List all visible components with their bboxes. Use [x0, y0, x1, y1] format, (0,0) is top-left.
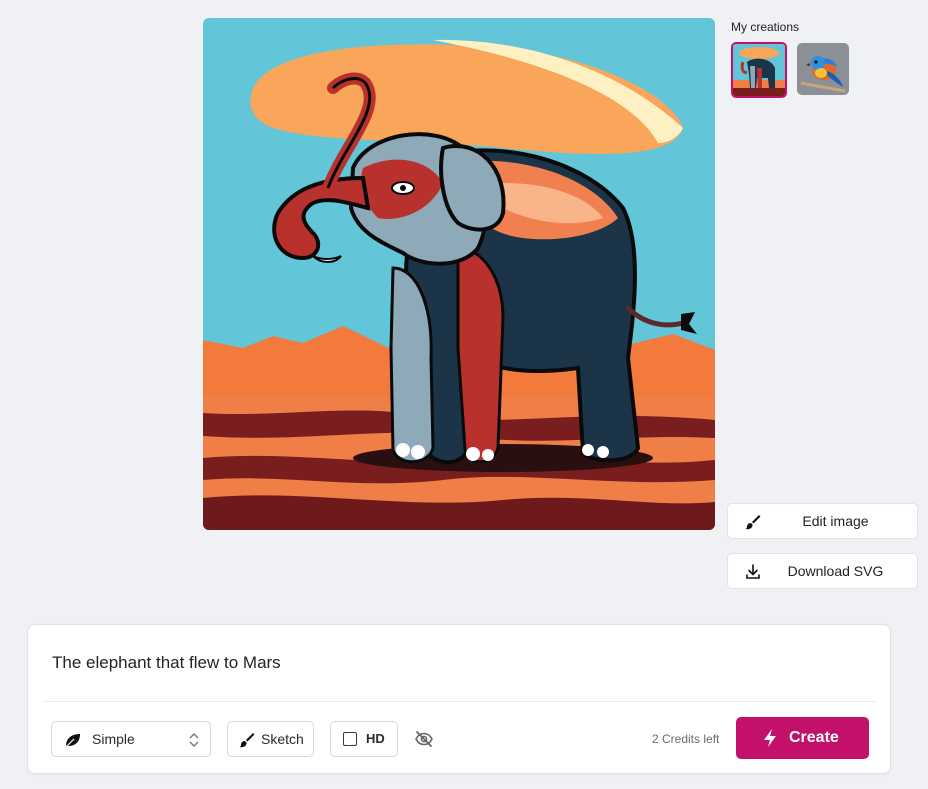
- sketch-button[interactable]: Sketch: [227, 721, 314, 757]
- elephant-illustration: [203, 18, 715, 530]
- creation-thumbnail-bird[interactable]: [797, 43, 849, 95]
- hd-label: HD: [366, 731, 385, 746]
- creation-thumbnail-elephant[interactable]: [731, 42, 787, 98]
- credits-remaining: 2 Credits left: [652, 732, 720, 746]
- chevron-up-down-icon: [189, 733, 199, 747]
- hd-toggle[interactable]: HD: [330, 721, 398, 757]
- brush-icon: [239, 733, 255, 748]
- elephant-thumbnail-image: [733, 44, 785, 96]
- lightning-icon: [764, 729, 776, 747]
- edit-image-button[interactable]: Edit image: [727, 503, 918, 539]
- paintbrush-icon: [745, 515, 761, 530]
- download-icon: [746, 564, 760, 579]
- sketch-label: Sketch: [261, 731, 304, 747]
- prompt-input[interactable]: The elephant that flew to Mars: [52, 653, 281, 673]
- eye-off-icon[interactable]: [414, 729, 434, 749]
- generated-image: [203, 18, 715, 530]
- my-creations-title: My creations: [731, 20, 800, 34]
- create-button[interactable]: Create: [736, 717, 869, 759]
- bird-thumbnail-image: [797, 43, 849, 95]
- style-select[interactable]: Simple: [51, 721, 211, 757]
- hd-checkbox[interactable]: [343, 732, 357, 746]
- create-label: Create: [789, 729, 839, 746]
- style-select-value: Simple: [92, 731, 135, 747]
- composer-divider: [42, 701, 876, 702]
- leaf-icon: [65, 734, 80, 748]
- download-svg-button[interactable]: Download SVG: [727, 553, 918, 589]
- prompt-composer: The elephant that flew to Mars Simple Sk…: [27, 624, 891, 774]
